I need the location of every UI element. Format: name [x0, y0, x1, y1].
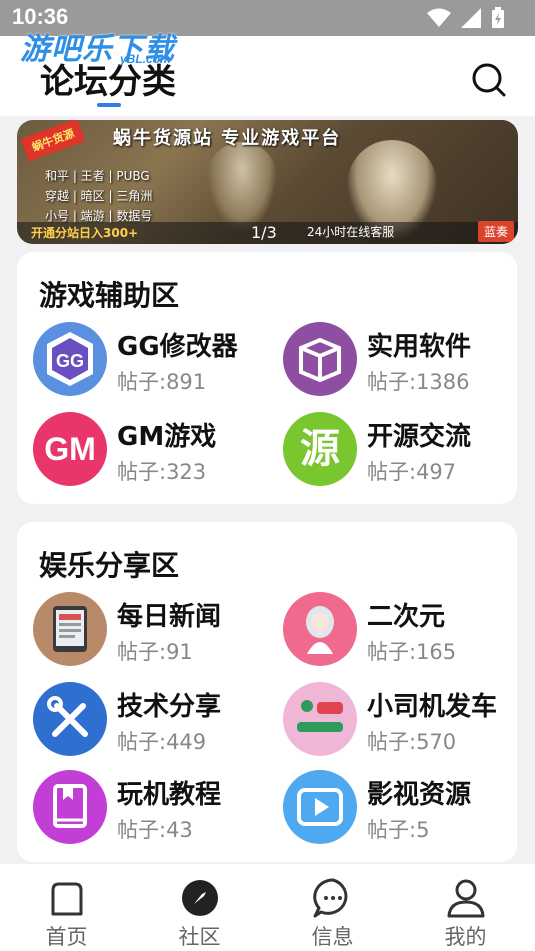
compass-icon: [181, 880, 218, 916]
forum-item-software[interactable]: 实用软件 帖子:1386: [283, 322, 523, 400]
forum-item-posts: 帖子:891: [117, 370, 207, 394]
banner-tag: 蜗牛货源: [20, 120, 86, 162]
message-icon: [312, 878, 347, 918]
anime-icon: [283, 592, 357, 666]
forum-item-posts: 帖子:43: [117, 818, 193, 842]
wifi-icon: [427, 8, 451, 27]
car-icon: [283, 682, 357, 756]
section-card-entertainment: 娱乐分享区 每日新闻 帖子:91 二次元 帖子:165 技术分享 帖子:449 …: [17, 522, 517, 862]
section-title: 娱乐分享区: [39, 549, 180, 582]
banner-page-counter: 1/3: [251, 223, 277, 242]
forum-item-opensource[interactable]: 源 开源交流 帖子:497: [283, 412, 523, 490]
search-icon[interactable]: [471, 62, 507, 98]
forum-item-posts: 帖子:91: [117, 640, 193, 664]
tab-label: 信息: [311, 925, 354, 949]
banner-figure-left: [207, 142, 277, 232]
banner-footer-left: 开通分站日入300+: [31, 226, 139, 240]
forum-item-name: GG修改器: [117, 332, 238, 362]
news-icon: [33, 592, 107, 666]
bottom-tab-bar: 首页 社区 信息 我的: [0, 864, 535, 951]
forum-item-posts: 帖子:5: [367, 818, 430, 842]
tools-icon: [33, 682, 107, 756]
forum-item-name: 实用软件: [367, 332, 472, 362]
forum-item-name: 小司机发车: [367, 692, 498, 722]
banner-headline: 蜗牛货源站 专业游戏平台: [113, 128, 342, 149]
section-card-game-assist: 游戏辅助区 GG GG修改器 帖子:891 实用软件 帖子:1386 GM GM…: [17, 252, 517, 504]
forum-item-tutorial[interactable]: 玩机教程 帖子:43: [33, 770, 273, 848]
forum-item-name: 玩机教程: [117, 780, 222, 810]
forum-item-video[interactable]: 影视资源 帖子:5: [283, 770, 523, 848]
forum-item-anime[interactable]: 二次元 帖子:165: [283, 592, 523, 670]
gg-icon: GG: [33, 322, 107, 396]
watermark-sub: yBL.com: [120, 52, 171, 66]
battery-icon: [492, 7, 504, 28]
forum-item-name: 影视资源: [367, 780, 472, 810]
gm-icon: GM: [33, 412, 107, 486]
banner-feature-line: 和平 | 王者 | PUBG: [45, 169, 150, 183]
yuan-icon: 源: [283, 412, 357, 486]
forum-item-posts: 帖子:165: [367, 640, 457, 664]
tab-label: 社区: [178, 925, 221, 949]
promo-banner[interactable]: 蜗牛货源 蜗牛货源站 专业游戏平台 和平 | 王者 | PUBG 穿越 | 暗区…: [17, 120, 518, 244]
play-icon: [283, 770, 357, 844]
tab-label: 我的: [444, 925, 487, 949]
header: 论坛分类 游吧乐下载 yBL.com: [0, 32, 535, 116]
forum-item-posts: 帖子:1386: [367, 370, 470, 394]
signal-icon: [461, 8, 481, 28]
tab-community[interactable]: 社区: [133, 864, 266, 951]
title-underline: [97, 103, 121, 107]
box-icon: [283, 322, 357, 396]
forum-item-name: GM游戏: [117, 422, 217, 452]
forum-item-gg[interactable]: GG GG修改器 帖子:891: [33, 322, 273, 400]
forum-item-name: 二次元: [367, 602, 446, 632]
forum-item-driver[interactable]: 小司机发车 帖子:570: [283, 682, 523, 760]
svg-text:源: 源: [300, 426, 340, 472]
forum-item-tech[interactable]: 技术分享 帖子:449: [33, 682, 273, 760]
banner-footer-mid: 24小时在线客服: [307, 225, 395, 239]
tab-profile[interactable]: 我的: [399, 864, 532, 951]
banner-badge: 蓝奏: [477, 221, 514, 242]
forum-item-posts: 帖子:570: [367, 730, 457, 754]
banner-feature-list: 和平 | 王者 | PUBG 穿越 | 暗区 | 三角洲 小号 | 端游 | 数…: [45, 166, 152, 226]
forum-item-name: 每日新闻: [117, 602, 222, 632]
home-icon: [51, 882, 82, 916]
section-title: 游戏辅助区: [39, 279, 180, 312]
tab-label: 首页: [45, 925, 88, 949]
forum-item-posts: 帖子:497: [367, 460, 457, 484]
banner-feature-line: 穿越 | 暗区 | 三角洲: [45, 189, 153, 203]
svg-text:GG: GG: [56, 351, 84, 371]
tab-home[interactable]: 首页: [0, 864, 133, 951]
forum-item-news[interactable]: 每日新闻 帖子:91: [33, 592, 273, 670]
user-icon: [447, 879, 484, 918]
forum-item-gm[interactable]: GM GM游戏 帖子:323: [33, 412, 273, 490]
svg-text:GM: GM: [44, 431, 96, 467]
status-icons: [427, 7, 505, 29]
forum-item-posts: 帖子:449: [117, 730, 207, 754]
forum-item-posts: 帖子:323: [117, 460, 207, 484]
forum-item-name: 开源交流: [367, 422, 472, 452]
book-icon: [33, 770, 107, 844]
forum-item-name: 技术分享: [117, 692, 222, 722]
tab-messages[interactable]: 信息: [266, 864, 399, 951]
